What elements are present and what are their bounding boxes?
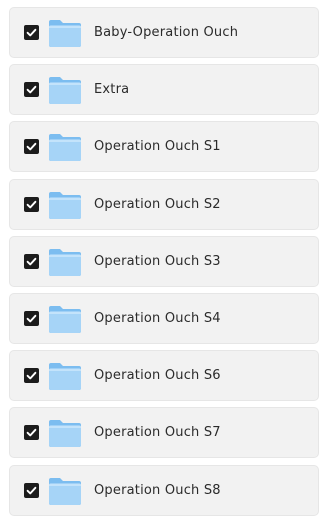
- folder-checkbox[interactable]: [24, 196, 39, 212]
- check-icon: [26, 372, 37, 380]
- check-icon: [26, 28, 37, 37]
- check-icon: [26, 429, 37, 437]
- folder-row[interactable]: Baby-Operation Ouch: [9, 7, 319, 58]
- folder-row[interactable]: Operation Ouch S7: [9, 407, 319, 459]
- check-icon: [26, 486, 37, 494]
- folder-name: Operation Ouch S4: [94, 311, 221, 326]
- folder-name: Baby-Operation Ouch: [94, 25, 239, 40]
- folder-row[interactable]: Operation Ouch S8: [9, 464, 319, 516]
- folder-icon: [49, 191, 81, 219]
- folder-icon: [49, 363, 81, 391]
- folder-name: Operation Ouch S3: [94, 253, 221, 269]
- folder-checkbox[interactable]: [24, 482, 39, 498]
- folder-checkbox[interactable]: [24, 25, 39, 40]
- folder-checkbox[interactable]: [24, 368, 39, 384]
- folder-name: Operation Ouch S2: [94, 196, 221, 212]
- folder-row[interactable]: Operation Ouch S4: [9, 293, 319, 344]
- folder-icon: [49, 477, 81, 505]
- check-icon: [26, 314, 37, 323]
- check-icon: [26, 200, 37, 208]
- check-icon: [26, 86, 37, 94]
- folder-icon: [49, 306, 81, 333]
- check-icon: [26, 143, 37, 151]
- folder-row[interactable]: Operation Ouch S2: [9, 178, 319, 230]
- folder-checkbox[interactable]: [24, 311, 39, 326]
- folder-name: Operation Ouch S8: [94, 482, 221, 498]
- folder-icon: [49, 20, 81, 47]
- folder-checkbox[interactable]: [24, 82, 39, 98]
- folder-row[interactable]: Extra: [9, 64, 319, 116]
- folder-name: Operation Ouch S6: [94, 368, 221, 384]
- folder-name: Operation Ouch S1: [94, 139, 221, 155]
- folder-icon: [49, 77, 81, 105]
- check-icon: [26, 257, 37, 266]
- folder-name: Extra: [94, 82, 130, 98]
- folder-icon: [49, 248, 81, 276]
- folder-icon: [49, 134, 81, 162]
- folder-icon: [49, 420, 81, 448]
- folder-row[interactable]: Operation Ouch S1: [9, 121, 319, 173]
- folder-checkbox[interactable]: [24, 139, 39, 155]
- folder-name: Operation Ouch S7: [94, 425, 221, 441]
- folder-row[interactable]: Operation Ouch S6: [9, 350, 319, 402]
- folder-row[interactable]: Operation Ouch S3: [9, 235, 319, 287]
- folder-checkbox[interactable]: [24, 253, 39, 269]
- folder-checkbox[interactable]: [24, 425, 39, 441]
